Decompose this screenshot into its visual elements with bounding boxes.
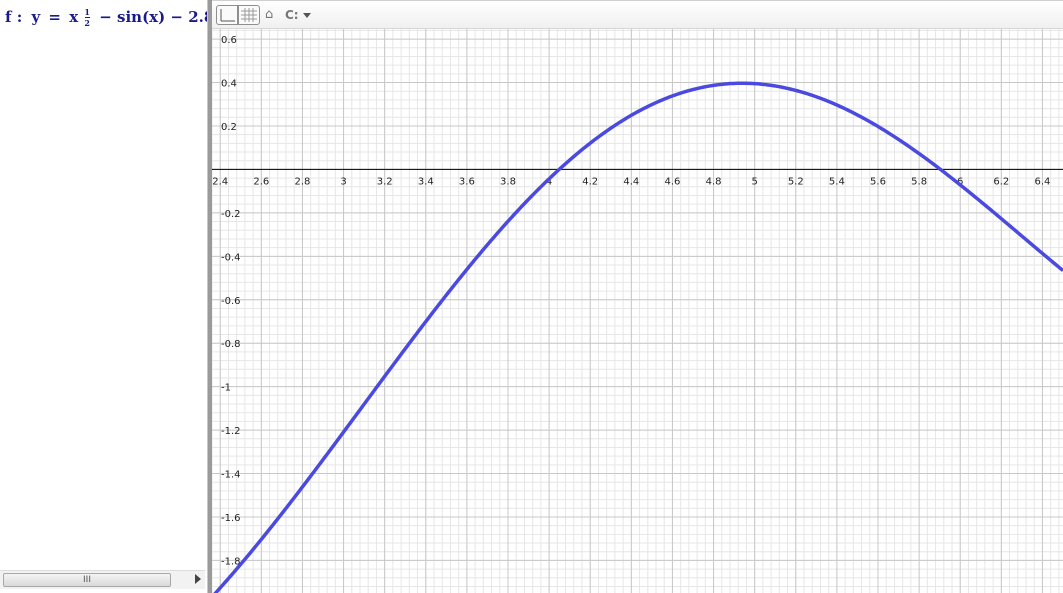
y-tick-label: -1.4 xyxy=(221,470,241,481)
x-tick-label: 3.4 xyxy=(418,176,434,187)
fraction-exponent: 1 2 xyxy=(84,8,90,27)
power-base: x xyxy=(69,8,79,26)
x-tick-label: 3.2 xyxy=(377,176,393,187)
x-tick-label: 3.8 xyxy=(500,176,516,187)
function-plot[interactable]: 2.4 2.6 2.8 3 3.2 3.4 3.6 3.8 4 4.2 4.4 4.6 4.8 5 5.2 5… xyxy=(212,0,1063,593)
y-tick-label: -1 xyxy=(221,383,231,394)
x-tick-label: 2.4 xyxy=(212,176,228,187)
y-tick-label: -1.6 xyxy=(221,513,241,524)
x-tick-label: 5.8 xyxy=(911,176,927,187)
horizontal-scrollbar[interactable]: III xyxy=(0,570,205,589)
y-tick-label: -1.2 xyxy=(221,426,241,437)
equation-lhs: y xyxy=(31,8,41,26)
x-tick-label: 2.8 xyxy=(294,176,310,187)
function-definition[interactable]: f : y = x 1 2 − sin(x) − 2.8 xyxy=(5,8,207,34)
y-tick-label: -0.8 xyxy=(221,339,241,350)
x-tick-label: 3.6 xyxy=(459,176,475,187)
definition-separator: : xyxy=(16,8,23,26)
exponent-numerator: 1 xyxy=(84,7,90,17)
x-tick-label: 5.2 xyxy=(788,176,804,187)
y-tick-label: -0.6 xyxy=(221,296,241,307)
exponent-denominator: 2 xyxy=(84,18,90,28)
y-tick-label: 0.2 xyxy=(221,122,237,133)
x-tick-label: 3 xyxy=(340,176,346,187)
toggle-axes-button[interactable] xyxy=(216,5,238,25)
equals-sign: = xyxy=(48,8,61,26)
scrollbar-grip: III xyxy=(83,575,91,585)
chevron-down-icon[interactable] xyxy=(303,13,311,18)
geogebra-window: f : y = x 1 2 − sin(x) − 2.8 III 2.4 2.6 2… xyxy=(0,0,1063,593)
y-tick-label: -0.2 xyxy=(221,209,241,220)
graphics-style-bar: ⌂ C: xyxy=(212,0,1063,29)
function-name: f xyxy=(5,8,12,26)
x-tick-label: 5 xyxy=(751,176,757,187)
graphics-view[interactable]: 2.4 2.6 2.8 3 3.2 3.4 3.6 3.8 4 4.2 4.4 4.6 4.8 5 5.2 5… xyxy=(212,0,1063,593)
x-tick-label: 4.6 xyxy=(664,176,680,187)
toggle-grid-button[interactable] xyxy=(238,5,260,25)
x-tick-label: 4.2 xyxy=(582,176,598,187)
axes-icon xyxy=(220,9,235,22)
scroll-right-arrow-icon[interactable] xyxy=(195,574,201,584)
equation-rest: − sin(x) − 2.8 xyxy=(99,8,207,26)
home-icon[interactable]: ⌂ xyxy=(265,7,273,23)
scrollbar-thumb[interactable]: III xyxy=(3,573,171,587)
x-tick-label: 2.6 xyxy=(253,176,269,187)
graphics-style-icon[interactable]: C: xyxy=(285,7,299,23)
x-tick-label: 5.6 xyxy=(870,176,886,187)
x-tick-label: 5.4 xyxy=(829,176,845,187)
x-tick-label: 6.4 xyxy=(1034,176,1050,187)
x-tick-label: 4.8 xyxy=(706,176,722,187)
y-tick-label: 0.6 xyxy=(221,35,237,46)
x-tick-label: 6.2 xyxy=(993,176,1009,187)
x-tick-label: 4.4 xyxy=(623,176,639,187)
algebra-view: f : y = x 1 2 − sin(x) − 2.8 III xyxy=(0,0,207,593)
y-tick-label: -0.4 xyxy=(221,252,241,263)
grid-icon xyxy=(241,8,257,22)
y-tick-label: 0.4 xyxy=(221,79,237,90)
